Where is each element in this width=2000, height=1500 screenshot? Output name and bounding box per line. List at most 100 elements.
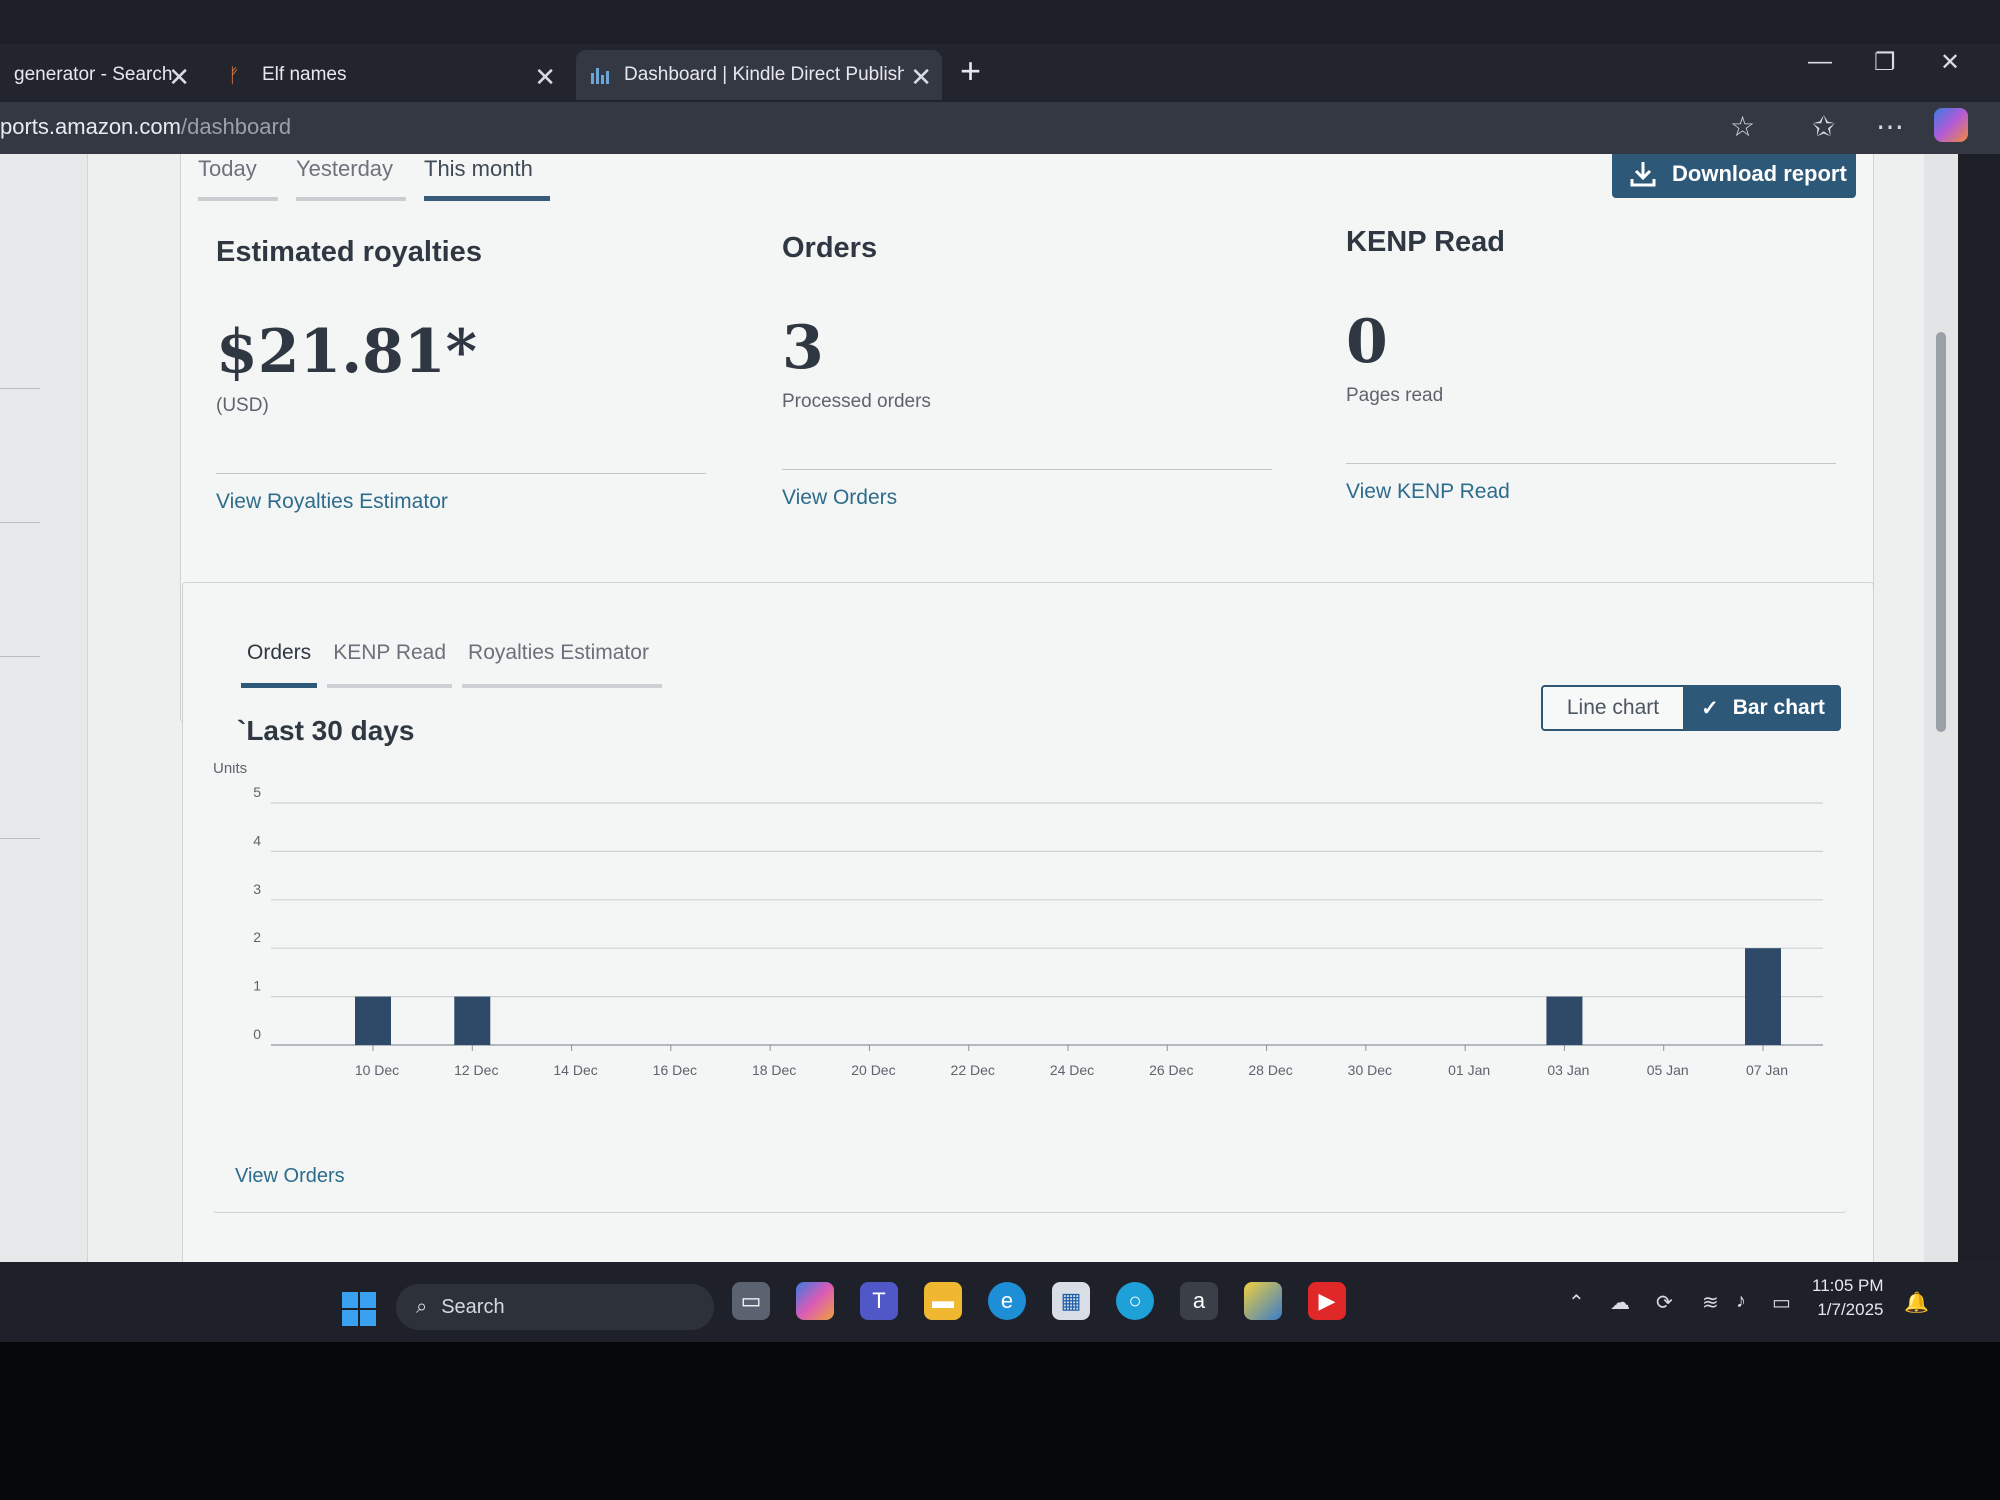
view-kenp-read-link[interactable]: View KENP Read bbox=[1346, 480, 1836, 504]
line-chart-label: Line chart bbox=[1566, 696, 1660, 719]
new-tab-button[interactable]: + bbox=[960, 50, 981, 92]
address-bar[interactable]: ports.amazon.com/dashboard ☆ ✩ ⋯ bbox=[0, 102, 2000, 154]
divider bbox=[782, 469, 1272, 470]
x-tick-label: 20 Dec bbox=[851, 1062, 895, 1078]
tab-label: Elf names bbox=[262, 64, 347, 85]
nav-divider bbox=[0, 838, 40, 839]
chart-view-orders-link[interactable]: View Orders bbox=[235, 1165, 345, 1188]
amazon-icon[interactable]: a bbox=[1180, 1282, 1218, 1320]
tab-kenp-read[interactable]: KENP Read bbox=[327, 641, 453, 688]
x-tick-label: 10 Dec bbox=[355, 1062, 399, 1078]
microsoft-store-icon[interactable]: ▦ bbox=[1052, 1282, 1090, 1320]
orders-bar-chart: Units 0 1 2 3 4 5 10 Dec 12 Dec 14 Dec 16 Dec 18 De… bbox=[213, 763, 1823, 1078]
x-tick-label: 14 Dec bbox=[553, 1062, 597, 1078]
close-icon[interactable]: ✕ bbox=[168, 62, 190, 93]
url-text[interactable]: ports.amazon.com/dashboard bbox=[0, 114, 291, 140]
desk-below-screen bbox=[0, 1342, 2000, 1500]
y-tick-label: 4 bbox=[253, 832, 261, 848]
clock-time: 11:05 PM bbox=[1812, 1276, 1884, 1295]
search-icon: ⌕ bbox=[416, 1295, 428, 1318]
favorites-list-icon[interactable]: ✩ bbox=[1812, 110, 1835, 143]
alexa-icon[interactable]: ○ bbox=[1116, 1282, 1154, 1320]
chart-title: `Last 30 days bbox=[237, 715, 415, 746]
royalties-title: Estimated royalties bbox=[216, 236, 482, 268]
orders-title: Orders bbox=[782, 232, 878, 264]
system-clock[interactable]: 11:05 PM 1/7/2025 bbox=[1812, 1274, 1884, 1322]
kenp-value: 0 bbox=[1346, 307, 1388, 377]
period-tabs: Today Yesterday This month bbox=[198, 156, 550, 201]
x-tick-label: 30 Dec bbox=[1348, 1062, 1392, 1078]
x-tick-label: 28 Dec bbox=[1248, 1062, 1292, 1078]
taskbar-search-label: Search bbox=[441, 1295, 505, 1318]
scrollbar-thumb[interactable] bbox=[1936, 332, 1946, 732]
vertical-scrollbar[interactable] bbox=[1924, 154, 1958, 1274]
x-tick-label: 07 Jan bbox=[1746, 1062, 1788, 1078]
minimize-icon[interactable]: — bbox=[1808, 48, 1832, 76]
youtube-icon[interactable]: ▶ bbox=[1308, 1282, 1346, 1320]
x-tick-label: 26 Dec bbox=[1149, 1062, 1193, 1078]
sync-icon[interactable]: ⟳ bbox=[1656, 1290, 1673, 1315]
tab-search[interactable]: generator - Search ✕ bbox=[0, 50, 200, 100]
bar bbox=[355, 996, 391, 1045]
windows-start-icon[interactable] bbox=[342, 1292, 376, 1326]
volume-icon[interactable]: ♪ bbox=[1736, 1290, 1746, 1313]
screen: generator - Search ✕ ᚠ Elf names ✕ Dashb… bbox=[0, 0, 2000, 1345]
view-orders-link[interactable]: View Orders bbox=[782, 486, 1272, 510]
x-tick-label: 18 Dec bbox=[752, 1062, 796, 1078]
restore-icon[interactable]: ❐ bbox=[1874, 48, 1896, 77]
chevron-up-icon[interactable]: ⌃ bbox=[1568, 1290, 1585, 1315]
tab-label: generator - Search bbox=[14, 64, 173, 85]
url-path: /dashboard bbox=[180, 114, 292, 139]
nav-divider bbox=[0, 656, 40, 657]
line-chart-button[interactable]: Line chart bbox=[1541, 685, 1685, 731]
close-window-icon[interactable]: ✕ bbox=[1940, 48, 1960, 77]
tab-elf-names[interactable]: ᚠ Elf names ✕ bbox=[214, 50, 566, 100]
divider bbox=[1346, 463, 1836, 464]
y-axis-label: Units bbox=[213, 763, 247, 777]
tab-royalties-estimator[interactable]: Royalties Estimator bbox=[462, 641, 663, 688]
y-tick-label: 1 bbox=[253, 978, 261, 994]
tab-yesterday[interactable]: Yesterday bbox=[296, 156, 406, 201]
bar-chart-button[interactable]: ✓ Bar chart bbox=[1685, 685, 1841, 731]
close-icon[interactable]: ✕ bbox=[534, 62, 556, 93]
royalties-metric: Estimated royalties $21.81* (USD) View R… bbox=[216, 236, 706, 514]
orders-metric: Orders 3 Processed orders View Orders bbox=[782, 232, 1272, 510]
battery-icon[interactable]: ▭ bbox=[1772, 1290, 1791, 1315]
copilot-app-icon[interactable] bbox=[796, 1282, 834, 1320]
tab-dashboard[interactable]: Dashboard | Kindle Direct Publish ✕ bbox=[576, 50, 942, 100]
copilot-icon[interactable] bbox=[1934, 108, 1968, 142]
y-tick-label: 5 bbox=[253, 784, 261, 800]
teams-icon[interactable]: T bbox=[860, 1282, 898, 1320]
close-icon[interactable]: ✕ bbox=[910, 62, 932, 93]
wifi-icon[interactable]: ≋ bbox=[1702, 1290, 1719, 1315]
more-options-icon[interactable]: ⋯ bbox=[1876, 110, 1904, 143]
divider bbox=[216, 473, 706, 474]
view-royalties-estimator-link[interactable]: View Royalties Estimator bbox=[216, 490, 706, 514]
tab-today[interactable]: Today bbox=[198, 156, 278, 201]
paint-app-icon[interactable] bbox=[1244, 1282, 1282, 1320]
chart-type-toggle: Line chart ✓ Bar chart bbox=[1541, 685, 1841, 731]
bar bbox=[1546, 996, 1583, 1045]
y-tick-label: 2 bbox=[253, 929, 261, 945]
download-report-button[interactable]: Download report bbox=[1612, 154, 1856, 198]
chart-tabs: Orders KENP Read Royalties Estimator bbox=[241, 641, 663, 688]
bar-chart-icon bbox=[591, 68, 609, 84]
favorite-star-icon[interactable]: ☆ bbox=[1730, 110, 1755, 143]
bar bbox=[1745, 948, 1781, 1045]
tab-this-month[interactable]: This month bbox=[424, 156, 550, 201]
onedrive-cloud-icon[interactable]: ☁ bbox=[1610, 1290, 1630, 1315]
edge-browser-icon[interactable]: e bbox=[988, 1282, 1026, 1320]
url-host: ports.amazon.com bbox=[0, 114, 181, 139]
taskbar-search[interactable]: ⌕ Search bbox=[396, 1284, 714, 1330]
file-explorer-icon[interactable]: ▬ bbox=[924, 1282, 962, 1320]
x-tick-label: 22 Dec bbox=[951, 1062, 995, 1078]
favicon-icon: ᚠ bbox=[228, 65, 240, 87]
royalties-currency: (USD) bbox=[216, 395, 269, 416]
x-tick-label: 01 Jan bbox=[1448, 1062, 1490, 1078]
task-view-icon[interactable]: ▭ bbox=[732, 1282, 770, 1320]
royalties-value: $21.81* bbox=[216, 317, 478, 387]
tab-orders[interactable]: Orders bbox=[241, 641, 318, 688]
kenp-title: KENP Read bbox=[1346, 226, 1506, 258]
notification-bell-icon[interactable]: 🔔 bbox=[1904, 1290, 1929, 1315]
check-icon: ✓ bbox=[1701, 696, 1719, 720]
